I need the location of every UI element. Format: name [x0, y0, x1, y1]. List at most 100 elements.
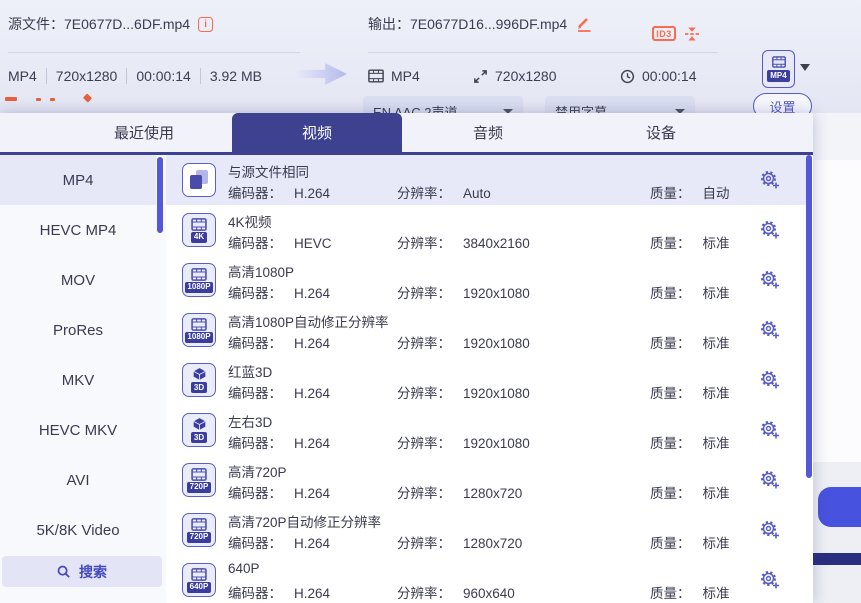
encoder-value: H.264: [294, 286, 330, 301]
resolution-value: Auto: [463, 186, 491, 201]
quality-value: 标准: [703, 236, 730, 251]
sidebar-item-label: HEVC MP4: [40, 222, 117, 239]
sidebar-item-label: 5K/8K Video: [36, 522, 119, 539]
sidebar-item-label: AVI: [66, 472, 89, 489]
resolution-value: 1920x1080: [463, 336, 530, 351]
tab-label: 设备: [646, 122, 676, 143]
sidebar-item-mkv[interactable]: MKV: [0, 355, 156, 405]
format-row[interactable]: 1080P 高清1080P 编码器：H.264 分辨率：1920x1080 质量…: [166, 255, 807, 305]
tab-audio[interactable]: 音频: [403, 113, 573, 152]
resolution-value: 1920x1080: [463, 436, 530, 451]
quality-value: 标准: [703, 486, 730, 501]
sidebar-item-5k-8k-video[interactable]: 5K/8K Video: [0, 505, 156, 555]
quality-field: 质量：标准: [650, 532, 730, 552]
format-row[interactable]: 720P 高清720P 编码器：H.264 分辨率：1280x720 质量：标准: [166, 455, 807, 505]
sidebar-item-avi[interactable]: AVI: [0, 455, 156, 505]
sidebar-scrollbar[interactable]: [157, 157, 163, 233]
resolution-field: 分辨率：1920x1080: [397, 282, 530, 302]
resolution-value: 1920x1080: [463, 386, 530, 401]
format-row[interactable]: 4K 4K视频 编码器：HEVC 分辨率：3840x2160 质量：标准: [166, 205, 807, 255]
film-glyph: [191, 518, 207, 531]
sidebar-item-mov[interactable]: MOV: [0, 255, 156, 305]
resolution-field: 分辨率：1920x1080: [397, 432, 530, 452]
merge-split-icon[interactable]: [684, 26, 700, 42]
format-sidebar: MP4 HEVC MP4 MOV ProRes MKV HEVC MKV AVI…: [0, 155, 166, 603]
resolution-value: 1280x720: [463, 536, 522, 551]
tab-device[interactable]: 设备: [576, 113, 746, 152]
format-badge: 1080P: [185, 282, 213, 293]
info-icon[interactable]: i: [198, 17, 213, 32]
encoder-value: H.264: [294, 386, 330, 401]
gear-plus-icon[interactable]: [759, 169, 781, 191]
sidebar-item-label: MOV: [61, 272, 95, 289]
encoder-label: 编码器：: [228, 536, 282, 551]
source-filename: 7E0677D...6DF.mp4: [64, 16, 190, 32]
output-filename: 7E0677D16...996DF.mp4: [410, 16, 567, 32]
background: [813, 160, 861, 462]
sidebar-item-mp4[interactable]: MP4: [0, 155, 156, 205]
edit-pencil-icon[interactable]: [575, 16, 593, 32]
source-meta: MP4720x128000:00:143.92 MB: [8, 68, 262, 84]
format-badge: 640P: [187, 582, 211, 593]
film-icon: 720P: [182, 463, 216, 497]
search-icon: [57, 565, 71, 579]
format-badge: 4K: [191, 232, 206, 243]
gear-plus-icon[interactable]: [759, 219, 781, 241]
clock-icon: [620, 69, 635, 84]
format-row[interactable]: 640P 640P 编码器：H.264 分辨率：960x640 质量：标准: [166, 555, 807, 603]
quality-value: 标准: [703, 436, 730, 451]
resolution-field: 分辨率：1280x720: [397, 532, 522, 552]
gear-plus-icon[interactable]: [759, 369, 781, 391]
list-scrollbar[interactable]: [806, 155, 812, 478]
quality-label: 质量：: [650, 186, 691, 201]
format-row[interactable]: 与源文件相同 编码器：H.264 分辨率：Auto 质量：自动: [166, 155, 807, 205]
quality-label: 质量：: [650, 386, 691, 401]
source-file-title: 源文件：7E0677D...6DF.mp4 i: [8, 14, 213, 34]
tab-label: 视频: [302, 122, 332, 143]
tab-video[interactable]: 视频: [232, 113, 402, 152]
encoder-value: H.264: [294, 486, 330, 501]
format-badge: 3D: [191, 382, 206, 393]
encoder-label: 编码器：: [228, 286, 282, 301]
sidebar-item-hevc-mp4[interactable]: HEVC MP4: [0, 205, 156, 255]
gear-plus-icon[interactable]: [759, 319, 781, 341]
format-title: 4K视频: [228, 211, 272, 231]
quality-value: 标准: [703, 586, 730, 601]
run-button[interactable]: [818, 487, 861, 527]
target-format-button[interactable]: MP4: [762, 50, 795, 88]
resolution-field: 分辨率：1920x1080: [397, 332, 530, 352]
search-button[interactable]: 搜索: [2, 556, 162, 587]
sidebar-item-prores[interactable]: ProRes: [0, 305, 156, 355]
gear-plus-icon[interactable]: [759, 569, 781, 591]
encoder-field: 编码器：H.264: [228, 532, 330, 552]
format-title: 与源文件相同: [228, 161, 309, 181]
quality-field: 质量：标准: [650, 382, 730, 402]
encoder-label: 编码器：: [228, 236, 282, 251]
divider: [8, 52, 300, 53]
cube-icon: 3D: [182, 363, 216, 397]
resolution-label: 分辨率：: [397, 236, 451, 251]
format-dropdown-caret[interactable]: [800, 64, 810, 71]
format-row[interactable]: 3D 左右3D 编码器：H.264 分辨率：1920x1080 质量：标准: [166, 405, 807, 455]
resolution-label: 分辨率：: [397, 186, 451, 201]
clipped-text-fragment: [83, 93, 92, 102]
gear-plus-icon[interactable]: [759, 469, 781, 491]
film-glyph: [191, 568, 207, 581]
output-label: 输出：: [368, 14, 410, 34]
format-title: 红蓝3D: [228, 361, 272, 381]
format-row[interactable]: 3D 红蓝3D 编码器：H.264 分辨率：1920x1080 质量：标准: [166, 355, 807, 405]
gear-plus-icon[interactable]: [759, 419, 781, 441]
format-row[interactable]: 720P 高清720P自动修正分辨率 编码器：H.264 分辨率：1280x72…: [166, 505, 807, 555]
format-row[interactable]: 1080P 高清1080P自动修正分辨率 编码器：H.264 分辨率：1920x…: [166, 305, 807, 355]
resolution-value: 1920x1080: [463, 286, 530, 301]
gear-plus-icon[interactable]: [759, 269, 781, 291]
id3-tag-icon[interactable]: ID3: [652, 26, 676, 41]
encoder-field: 编码器：H.264: [228, 582, 330, 602]
quality-value: 标准: [703, 286, 730, 301]
bottom-bar: [813, 553, 861, 565]
tab-recent[interactable]: 最近使用: [59, 113, 229, 152]
tab-bar: 最近使用 视频 音频 设备: [0, 113, 813, 155]
format-title: 高清720P: [228, 461, 287, 481]
sidebar-item-hevc-mkv[interactable]: HEVC MKV: [0, 405, 156, 455]
gear-plus-icon[interactable]: [759, 519, 781, 541]
